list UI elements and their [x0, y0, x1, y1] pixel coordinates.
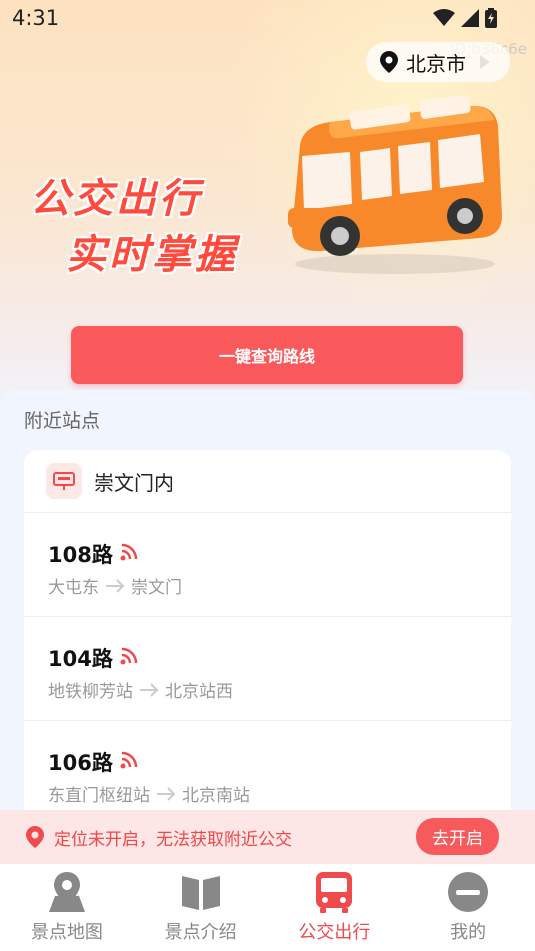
- route-path: 东直门枢纽站 北京南站: [48, 781, 250, 806]
- realtime-signal-icon: [120, 751, 138, 769]
- arrow-right-icon: [157, 786, 176, 801]
- map-pin-icon: [48, 872, 85, 912]
- tab-label: 公交出行: [298, 922, 371, 943]
- location-pin-icon: [380, 51, 398, 73]
- chevron-right-icon: [480, 55, 490, 69]
- city-selector[interactable]: 北京市: [366, 42, 510, 82]
- user-icon: [448, 872, 489, 912]
- tab-label: 我的: [450, 922, 487, 943]
- arrow-right-icon: [140, 682, 159, 697]
- station-header[interactable]: 崇文门内: [24, 450, 511, 513]
- slogan-line2: 实时掌握: [66, 232, 238, 278]
- tab-label: 景点地图: [30, 922, 103, 943]
- route-from: 东直门枢纽站: [48, 786, 150, 806]
- bus-icon: [316, 872, 353, 913]
- status-bar: 4:31: [0, 0, 535, 40]
- enable-location-button[interactable]: 去开启: [416, 818, 499, 855]
- route-to: 崇文门: [131, 578, 182, 598]
- status-icons: [433, 8, 497, 28]
- city-name: 北京市: [406, 51, 466, 76]
- route-from: 地铁柳芳站: [48, 682, 133, 702]
- bus-illustration: [288, 95, 502, 274]
- bus-stop-icon: [46, 463, 82, 499]
- book-icon: [181, 876, 220, 910]
- tab-mine[interactable]: 我的: [401, 864, 535, 951]
- route-number: 106路: [48, 751, 113, 775]
- signal-icon: [461, 9, 479, 27]
- tab-bus-travel[interactable]: 公交出行: [268, 864, 402, 951]
- wifi-icon: [433, 9, 455, 26]
- tab-label: 景点介绍: [164, 922, 237, 943]
- tab-scenic-map[interactable]: 景点地图: [0, 864, 134, 951]
- route-number: 108路: [48, 543, 113, 567]
- status-time: 4:31: [12, 6, 60, 30]
- nearby-station-card: 崇文门内 108路 大屯东 崇文门 104路 地铁柳芳站 北京站西 106路 东…: [24, 450, 511, 850]
- nearby-section-title: 附近站点: [24, 410, 101, 432]
- location-alert-bar: 定位未开启，无法获取附近公交 去开启: [0, 810, 535, 864]
- route-path: 大屯东 崇文门: [48, 573, 182, 598]
- realtime-signal-icon: [120, 647, 138, 665]
- realtime-signal-icon: [120, 543, 138, 561]
- route-to: 北京站西: [165, 682, 233, 702]
- route-path: 地铁柳芳站 北京站西: [48, 677, 233, 702]
- station-name: 崇文门内: [94, 470, 174, 495]
- arrow-right-icon: [106, 578, 125, 593]
- route-from: 大屯东: [48, 578, 99, 598]
- route-number: 104路: [48, 647, 113, 671]
- route-item[interactable]: 104路 地铁柳芳站 北京站西: [24, 617, 511, 721]
- bottom-tab-bar: 景点地图 景点介绍 公交出行 我的: [0, 864, 535, 951]
- location-alert-text: 定位未开启，无法获取附近公交: [54, 829, 292, 850]
- tab-scenic-intro[interactable]: 景点介绍: [134, 864, 268, 951]
- query-route-button[interactable]: 一键查询路线: [71, 326, 463, 384]
- battery-icon: [485, 8, 497, 28]
- route-item[interactable]: 108路 大屯东 崇文门: [24, 513, 511, 617]
- route-to: 北京南站: [182, 786, 250, 806]
- slogan-line1: 公交出行: [30, 176, 202, 222]
- location-pin-icon: [26, 826, 44, 848]
